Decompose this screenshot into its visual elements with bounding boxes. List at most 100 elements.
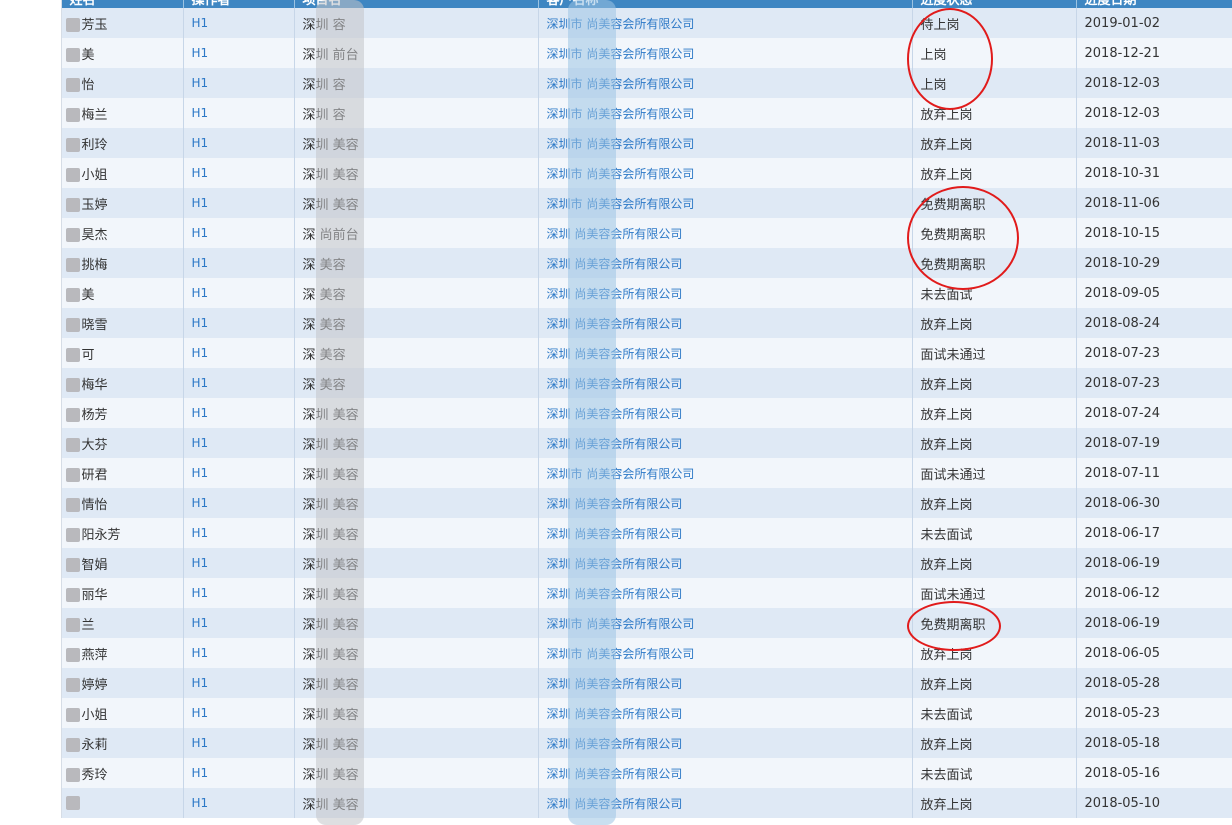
column-header-status[interactable]: 进度状态 <box>912 0 1077 8</box>
table-row[interactable]: 梅兰 H1 深圳 容 深圳市 尚美容会所有限公司 放弃上岗 2018-12-03 <box>0 98 1232 128</box>
cell-client-link[interactable]: 深圳市 尚美容会所有限公司 <box>538 458 913 488</box>
table-row[interactable]: 情怡 H1 深圳 美容 深圳 尚美容会所有限公司 放弃上岗 2018-06-30 <box>0 488 1232 518</box>
table-row[interactable]: 芳玉 H1 深圳 容 深圳市 尚美容会所有限公司 待上岗 2019-01-02 <box>0 8 1232 38</box>
table-row[interactable]: 美 H1 深圳 前台 深圳市 尚美容会所有限公司 上岗 2018-12-21 <box>0 38 1232 68</box>
cell-operator-link[interactable]: H1 <box>183 38 295 68</box>
cell-operator-link[interactable]: H1 <box>183 668 295 698</box>
cell-client-link[interactable]: 深圳 尚美容会所有限公司 <box>538 338 913 368</box>
cell-date-text: 2018-10-15 <box>1084 225 1161 241</box>
cell-operator-link[interactable]: H1 <box>183 368 295 398</box>
cell-client-link[interactable]: 深圳 尚美容会所有限公司 <box>538 488 913 518</box>
cell-client-link[interactable]: 深圳 尚美容会所有限公司 <box>538 248 913 278</box>
cell-client-link[interactable]: 深圳市 尚美容会所有限公司 <box>538 638 913 668</box>
table-row[interactable]: 阳永芳 H1 深圳 美容 深圳 尚美容会所有限公司 未去面试 2018-06-17 <box>0 518 1232 548</box>
cell-operator-link[interactable]: H1 <box>183 308 295 338</box>
table-row[interactable]: 婷婷 H1 深圳 美容 深圳 尚美容会所有限公司 放弃上岗 2018-05-28 <box>0 668 1232 698</box>
table-row[interactable]: 燕萍 H1 深圳 美容 深圳市 尚美容会所有限公司 放弃上岗 2018-06-05 <box>0 638 1232 668</box>
cell-operator-link[interactable]: H1 <box>183 8 295 38</box>
cell-operator-link[interactable]: H1 <box>183 698 295 728</box>
cell-operator-link[interactable]: H1 <box>183 458 295 488</box>
cell-operator-link[interactable]: H1 <box>183 248 295 278</box>
cell-client-link[interactable]: 深圳 尚美容会所有限公司 <box>538 308 913 338</box>
cell-operator-link[interactable]: H1 <box>183 488 295 518</box>
column-header-operator[interactable]: 操作者 <box>183 0 295 8</box>
cell-client-link[interactable]: 深圳市 尚美容会所有限公司 <box>538 188 913 218</box>
table-row[interactable]: 小姐 H1 深圳 美容 深圳市 尚美容会所有限公司 放弃上岗 2018-10-31 <box>0 158 1232 188</box>
table-row[interactable]: 美 H1 深 美容 深圳 尚美容会所有限公司 未去面试 2018-09-05 <box>0 278 1232 308</box>
cell-client-link[interactable]: 深圳 尚美容会所有限公司 <box>538 398 913 428</box>
row-spacer <box>0 788 62 818</box>
cell-operator-link[interactable]: H1 <box>183 68 295 98</box>
cell-client-link[interactable]: 深圳 尚美容会所有限公司 <box>538 578 913 608</box>
cell-operator-link-text: H1 <box>191 766 209 780</box>
cell-client-link[interactable]: 深圳 尚美容会所有限公司 <box>538 758 913 788</box>
cell-operator-link[interactable]: H1 <box>183 428 295 458</box>
cell-client-link[interactable]: 深圳 尚美容会所有限公司 <box>538 698 913 728</box>
cell-name: 美 <box>61 38 184 68</box>
cell-operator-link[interactable]: H1 <box>183 398 295 428</box>
cell-client-link[interactable]: 深圳 尚美容会所有限公司 <box>538 218 913 248</box>
cell-client-link[interactable]: 深圳市 尚美容会所有限公司 <box>538 608 913 638</box>
cell-client-link[interactable]: 深圳市 尚美容会所有限公司 <box>538 158 913 188</box>
cell-client-link[interactable]: 深圳 尚美容会所有限公司 <box>538 278 913 308</box>
cell-client-link[interactable]: 深圳市 尚美容会所有限公司 <box>538 128 913 158</box>
cell-operator-link[interactable]: H1 <box>183 548 295 578</box>
table-row[interactable]: 小姐 H1 深圳 美容 深圳 尚美容会所有限公司 未去面试 2018-05-23 <box>0 698 1232 728</box>
cell-client-link[interactable]: 深圳市 尚美容会所有限公司 <box>538 68 913 98</box>
table-row[interactable]: 挑梅 H1 深 美容 深圳 尚美容会所有限公司 免费期离职 2018-10-29 <box>0 248 1232 278</box>
cell-operator-link[interactable]: H1 <box>183 128 295 158</box>
column-header-client[interactable]: 客户名称 <box>538 0 913 8</box>
table-row[interactable]: 研君 H1 深圳 美容 深圳市 尚美容会所有限公司 面试未通过 2018-07-11 <box>0 458 1232 488</box>
cell-client-link[interactable]: 深圳市 尚美容会所有限公司 <box>538 8 913 38</box>
cell-client-link[interactable]: 深圳市 尚美容会所有限公司 <box>538 38 913 68</box>
cell-operator-link[interactable]: H1 <box>183 608 295 638</box>
cell-operator-link[interactable]: H1 <box>183 188 295 218</box>
table-row[interactable]: 怡 H1 深圳 容 深圳市 尚美容会所有限公司 上岗 2018-12-03 <box>0 68 1232 98</box>
cell-operator-link[interactable]: H1 <box>183 728 295 758</box>
table-row[interactable]: 智娟 H1 深圳 美容 深圳 尚美容会所有限公司 放弃上岗 2018-06-19 <box>0 548 1232 578</box>
cell-status: 放弃上岗 <box>912 488 1077 518</box>
column-header-name[interactable]: 姓名 <box>61 0 184 8</box>
column-header-date[interactable]: 进度日期 <box>1076 0 1232 8</box>
cell-operator-link[interactable]: H1 <box>183 218 295 248</box>
cell-operator-link[interactable]: H1 <box>183 578 295 608</box>
table-row[interactable]: 大芬 H1 深圳 美容 深圳 尚美容会所有限公司 放弃上岗 2018-07-19 <box>0 428 1232 458</box>
cell-status: 免费期离职 <box>912 188 1077 218</box>
table-row[interactable]: 杨芳 H1 深圳 美容 深圳 尚美容会所有限公司 放弃上岗 2018-07-24 <box>0 398 1232 428</box>
row-spacer <box>0 68 62 98</box>
cell-operator-link[interactable]: H1 <box>183 278 295 308</box>
cell-name-text: 阳永芳 <box>81 527 121 543</box>
cell-operator-link[interactable]: H1 <box>183 518 295 548</box>
cell-operator-link[interactable]: H1 <box>183 338 295 368</box>
cell-client-link[interactable]: 深圳 尚美容会所有限公司 <box>538 668 913 698</box>
cell-client-link[interactable]: 深圳 尚美容会所有限公司 <box>538 368 913 398</box>
cell-operator-link[interactable]: H1 <box>183 638 295 668</box>
cell-client-link-text: 深圳市 尚美容会所有限公司 <box>546 166 695 181</box>
table-row[interactable]: 梅华 H1 深 美容 深圳 尚美容会所有限公司 放弃上岗 2018-07-23 <box>0 368 1232 398</box>
table-row[interactable]: 永莉 H1 深圳 美容 深圳 尚美容会所有限公司 放弃上岗 2018-05-18 <box>0 728 1232 758</box>
cell-client-link[interactable]: 深圳 尚美容会所有限公司 <box>538 548 913 578</box>
cell-client-link[interactable]: 深圳 尚美容会所有限公司 <box>538 788 913 818</box>
cell-operator-link[interactable]: H1 <box>183 98 295 128</box>
table-row[interactable]: 可 H1 深 美容 深圳 尚美容会所有限公司 面试未通过 2018-07-23 <box>0 338 1232 368</box>
column-header-project[interactable]: 项目名 <box>294 0 539 8</box>
table-row[interactable]: H1 深圳 美容 深圳 尚美容会所有限公司 放弃上岗 2018-05-10 <box>0 788 1232 818</box>
table-row[interactable]: 秀玲 H1 深圳 美容 深圳 尚美容会所有限公司 未去面试 2018-05-16 <box>0 758 1232 788</box>
cell-client-link[interactable]: 深圳 尚美容会所有限公司 <box>538 518 913 548</box>
table-row[interactable]: 利玲 H1 深圳 美容 深圳市 尚美容会所有限公司 放弃上岗 2018-11-03 <box>0 128 1232 158</box>
cell-client-link[interactable]: 深圳市 尚美容会所有限公司 <box>538 98 913 128</box>
cell-operator-link[interactable]: H1 <box>183 158 295 188</box>
cell-client-link[interactable]: 深圳 尚美容会所有限公司 <box>538 428 913 458</box>
table-row[interactable]: 丽华 H1 深圳 美容 深圳 尚美容会所有限公司 面试未通过 2018-06-12 <box>0 578 1232 608</box>
cell-name-text: 智娟 <box>81 557 108 573</box>
table-row[interactable]: 玉婷 H1 深圳 美容 深圳市 尚美容会所有限公司 免费期离职 2018-11-06 <box>0 188 1232 218</box>
cell-operator-link-text: H1 <box>191 676 209 690</box>
cell-operator-link[interactable]: H1 <box>183 758 295 788</box>
cell-client-link[interactable]: 深圳 尚美容会所有限公司 <box>538 728 913 758</box>
cell-operator-link[interactable]: H1 <box>183 788 295 818</box>
table-row[interactable]: 昊杰 H1 深 尚前台 深圳 尚美容会所有限公司 免费期离职 2018-10-15 <box>0 218 1232 248</box>
cell-client-link-text: 深圳 尚美容会所有限公司 <box>546 586 683 601</box>
table-row[interactable]: 晓雪 H1 深 美容 深圳 尚美容会所有限公司 放弃上岗 2018-08-24 <box>0 308 1232 338</box>
table-row[interactable]: 兰 H1 深圳 美容 深圳市 尚美容会所有限公司 免费期离职 2018-06-19 <box>0 608 1232 638</box>
cell-status-text: 未去面试 <box>920 767 973 783</box>
